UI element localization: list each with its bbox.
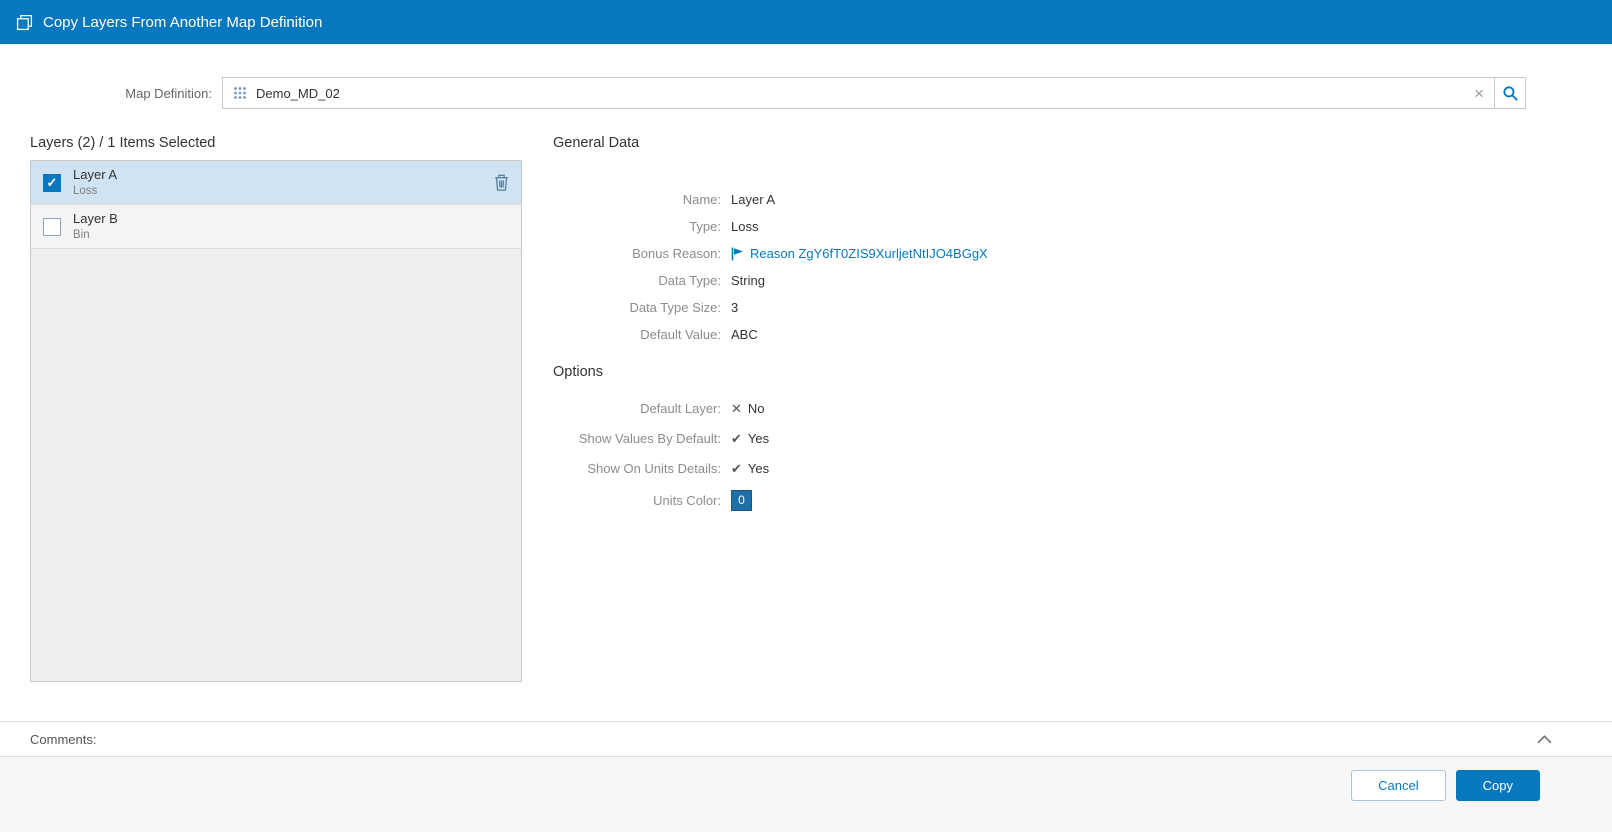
map-definition-value: Demo_MD_02 [256, 85, 340, 101]
option-row: Units Color: 0 [553, 490, 1612, 511]
option-label: Show On Units Details: [587, 461, 721, 476]
map-definition-input[interactable]: Demo_MD_02 × [222, 77, 1495, 109]
map-definition-entity-icon [233, 86, 247, 100]
field-row: Name: Layer A [553, 191, 1612, 209]
option-label: Units Color: [653, 492, 721, 508]
map-definition-label: Map Definition: [125, 85, 212, 101]
layers-panel: Layers (2) / 1 Items Selected ✓ Layer A … [30, 135, 522, 682]
layer-list-item[interactable]: ✓ Layer A Loss [31, 161, 521, 205]
dialog-footer: Cancel Copy [0, 756, 1612, 832]
chevron-up-icon[interactable] [1537, 734, 1552, 744]
search-icon [1502, 85, 1519, 102]
copy-layers-icon [16, 14, 33, 31]
layer-type: Loss [73, 184, 98, 197]
field-row: Data Type Size: 3 [553, 299, 1612, 317]
dialog-body: Layers (2) / 1 Items Selected ✓ Layer A … [0, 135, 1612, 682]
option-value: Yes [747, 461, 770, 476]
field-row: Type: Loss [553, 218, 1612, 236]
layer-checkbox[interactable] [43, 217, 61, 236]
field-label: Name: [682, 192, 721, 207]
comments-bar: Comments: [0, 721, 1612, 756]
general-data-header: General Data [553, 135, 640, 151]
field-row: Default Value: ABC [553, 326, 1612, 344]
check-icon: ✔ [731, 431, 742, 446]
dialog-titlebar: Copy Layers From Another Map Definition [0, 0, 1612, 44]
check-icon: ✔ [731, 461, 742, 476]
field-value: Layer A [731, 192, 776, 207]
options-header: Options [553, 364, 603, 380]
units-color-chip: 0 [731, 490, 752, 511]
map-definition-row: Map Definition: Demo_MD_02 × [0, 77, 1612, 109]
layer-name: Layer A [73, 166, 118, 182]
field-value: ABC [731, 327, 758, 342]
field-row: Data Type: String [553, 272, 1612, 290]
clear-icon[interactable]: × [1474, 85, 1484, 102]
field-value: Reason ZgY6fT0ZIS9XurljetNtIJO4BGgX [731, 245, 988, 263]
trash-icon[interactable] [494, 174, 509, 191]
option-row: Show On Units Details: ✔ Yes [553, 460, 1612, 478]
option-value: Yes [747, 431, 770, 446]
flag-icon [731, 247, 744, 261]
field-row: Bonus Reason: Reason ZgY6fT0ZIS9XurljetN… [553, 245, 1612, 263]
bonus-reason-link[interactable]: Reason ZgY6fT0ZIS9XurljetNtIJO4BGgX [750, 245, 988, 263]
option-value: No [747, 401, 765, 416]
field-label: Bonus Reason: [632, 246, 721, 261]
cancel-button[interactable]: Cancel [1351, 770, 1446, 801]
field-label: Data Type Size: [629, 300, 721, 315]
layer-list: ✓ Layer A Loss Layer B Bin [30, 160, 522, 682]
field-value: Loss [731, 219, 759, 234]
layer-list-item[interactable]: Layer B Bin [31, 205, 521, 249]
option-row: Default Layer: ✕ No [553, 400, 1612, 418]
field-label: Type: [689, 219, 721, 234]
option-label: Default Layer: [640, 401, 721, 416]
copy-button[interactable]: Copy [1455, 770, 1540, 801]
field-label: Default Value: [640, 327, 721, 342]
option-row: Show Values By Default: ✔ Yes [553, 430, 1612, 448]
field-value: 3 [731, 300, 739, 315]
layer-type: Bin [73, 228, 90, 241]
field-label: Data Type: [658, 273, 721, 288]
field-value: String [731, 273, 765, 288]
layer-checkbox[interactable]: ✓ [43, 173, 61, 192]
general-data-panel: General Data Name: Layer A Type: Loss Bo… [553, 135, 1612, 682]
layers-panel-header: Layers (2) / 1 Items Selected [30, 135, 216, 151]
option-label: Show Values By Default: [578, 431, 721, 446]
comments-label: Comments: [30, 731, 97, 747]
search-button[interactable] [1495, 77, 1526, 109]
layer-name: Layer B [73, 210, 118, 226]
dialog-title: Copy Layers From Another Map Definition [43, 13, 323, 31]
no-icon: ✕ [731, 401, 742, 416]
